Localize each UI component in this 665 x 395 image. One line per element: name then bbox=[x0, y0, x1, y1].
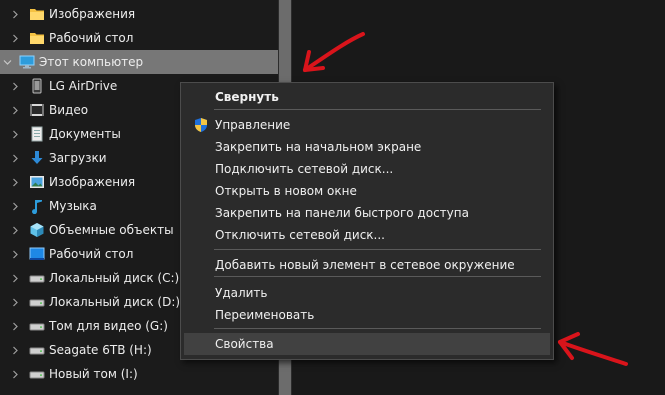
nav-item-label: Рабочий стол bbox=[49, 247, 134, 261]
context-menu-item[interactable]: Переименовать bbox=[184, 304, 550, 326]
desktop-icon bbox=[29, 246, 45, 262]
chevron-right-icon[interactable] bbox=[10, 170, 20, 194]
nav-item-label: LG AirDrive bbox=[49, 79, 118, 93]
context-menu-item-label: Переименовать bbox=[215, 308, 315, 322]
nav-item-label: Рабочий стол bbox=[49, 31, 134, 45]
context-menu-item-label: Отключить сетевой диск... bbox=[215, 228, 385, 242]
chevron-right-icon[interactable] bbox=[10, 146, 20, 170]
chevron-right-icon[interactable] bbox=[10, 338, 20, 362]
context-menu-item-label: Удалить bbox=[215, 286, 268, 300]
context-menu: Свернуть Управление Закрепить на начальном… bbox=[180, 82, 554, 360]
chevron-right-icon[interactable] bbox=[10, 290, 20, 314]
nav-item-label: Загрузки bbox=[49, 151, 107, 165]
nav-item-label: Новый том (I:) bbox=[49, 367, 138, 381]
nav-item[interactable]: Этот компьютер bbox=[0, 50, 278, 74]
drive-icon bbox=[29, 342, 45, 358]
context-menu-item[interactable]: Закрепить на панели быстрого доступа bbox=[184, 202, 550, 224]
menu-separator bbox=[214, 328, 541, 329]
context-menu-item[interactable]: Закрепить на начальном экране bbox=[184, 136, 550, 158]
annotation-arrow-bottom bbox=[558, 332, 628, 366]
context-menu-item-label: Свойства bbox=[215, 337, 274, 351]
menu-separator bbox=[214, 109, 541, 110]
chevron-right-icon[interactable] bbox=[10, 314, 20, 338]
context-menu-item-label: Открыть в новом окне bbox=[215, 184, 357, 198]
context-menu-item[interactable]: Открыть в новом окне bbox=[184, 180, 550, 202]
drive-icon bbox=[29, 318, 45, 334]
chevron-down-icon[interactable] bbox=[2, 50, 12, 74]
context-menu-item-label: Закрепить на панели быстрого доступа bbox=[215, 206, 469, 220]
context-menu-item-label: Управление bbox=[215, 118, 291, 132]
documents-icon bbox=[29, 126, 45, 142]
context-menu-item-label: Закрепить на начальном экране bbox=[215, 140, 422, 154]
video-folder-icon bbox=[29, 102, 45, 118]
nav-item-label: Видео bbox=[49, 103, 89, 117]
context-menu-item-label: Свернуть bbox=[215, 90, 279, 104]
context-menu-item[interactable]: Удалить bbox=[184, 282, 550, 304]
chevron-right-icon[interactable] bbox=[10, 218, 20, 242]
nav-item-label: Изображения bbox=[49, 175, 136, 189]
drive-icon bbox=[29, 366, 45, 382]
chevron-right-icon[interactable] bbox=[10, 98, 20, 122]
nav-item[interactable]: Рабочий стол bbox=[0, 26, 278, 50]
computer-icon bbox=[19, 54, 35, 70]
context-menu-item[interactable]: Добавить новый элемент в сетевое окружен… bbox=[184, 254, 550, 276]
nav-item[interactable]: Новый том (I:) bbox=[0, 362, 278, 386]
chevron-right-icon[interactable] bbox=[10, 362, 20, 386]
context-menu-item[interactable]: Свойства bbox=[184, 333, 550, 355]
nav-item-label: Том для видео (G:) bbox=[49, 319, 168, 333]
nav-item-label: Локальный диск (D:) bbox=[49, 295, 181, 309]
pictures-icon bbox=[29, 174, 45, 190]
chevron-right-icon[interactable] bbox=[10, 74, 20, 98]
nav-item-label: Локальный диск (C:) bbox=[49, 271, 180, 285]
chevron-right-icon[interactable] bbox=[10, 122, 20, 146]
nav-item[interactable]: Изображения bbox=[0, 2, 278, 26]
menu-separator bbox=[214, 249, 541, 250]
phone-icon bbox=[29, 78, 45, 94]
downloads-icon bbox=[29, 150, 45, 166]
nav-item-label: Seagate 6TB (H:) bbox=[49, 343, 152, 357]
nav-item-label: Объемные объекты bbox=[49, 223, 174, 237]
context-menu-item-label: Добавить новый элемент в сетевое окружен… bbox=[215, 258, 515, 272]
chevron-right-icon[interactable] bbox=[10, 266, 20, 290]
chevron-right-icon[interactable] bbox=[10, 194, 20, 218]
drive-icon bbox=[29, 294, 45, 310]
chevron-right-icon[interactable] bbox=[10, 26, 20, 50]
menu-separator bbox=[214, 276, 541, 277]
3d-objects-icon bbox=[29, 222, 45, 238]
context-menu-item[interactable]: Отключить сетевой диск... bbox=[184, 224, 550, 246]
chevron-right-icon[interactable] bbox=[10, 242, 20, 266]
uac-shield-icon bbox=[193, 117, 209, 133]
context-menu-item[interactable]: Подключить сетевой диск... bbox=[184, 158, 550, 180]
folder-icon bbox=[29, 6, 45, 22]
context-menu-item[interactable]: Управление bbox=[184, 114, 550, 136]
nav-item-label: Музыка bbox=[49, 199, 97, 213]
nav-item-label: Документы bbox=[49, 127, 121, 141]
music-icon bbox=[29, 198, 45, 214]
folder-icon bbox=[29, 30, 45, 46]
drive-icon bbox=[29, 270, 45, 286]
chevron-right-icon[interactable] bbox=[10, 2, 20, 26]
annotation-arrow-top bbox=[303, 32, 365, 72]
nav-item-label: Этот компьютер bbox=[39, 55, 144, 69]
context-menu-item[interactable]: Свернуть bbox=[184, 86, 550, 108]
nav-item-label: Изображения bbox=[49, 7, 136, 21]
context-menu-item-label: Подключить сетевой диск... bbox=[215, 162, 394, 176]
